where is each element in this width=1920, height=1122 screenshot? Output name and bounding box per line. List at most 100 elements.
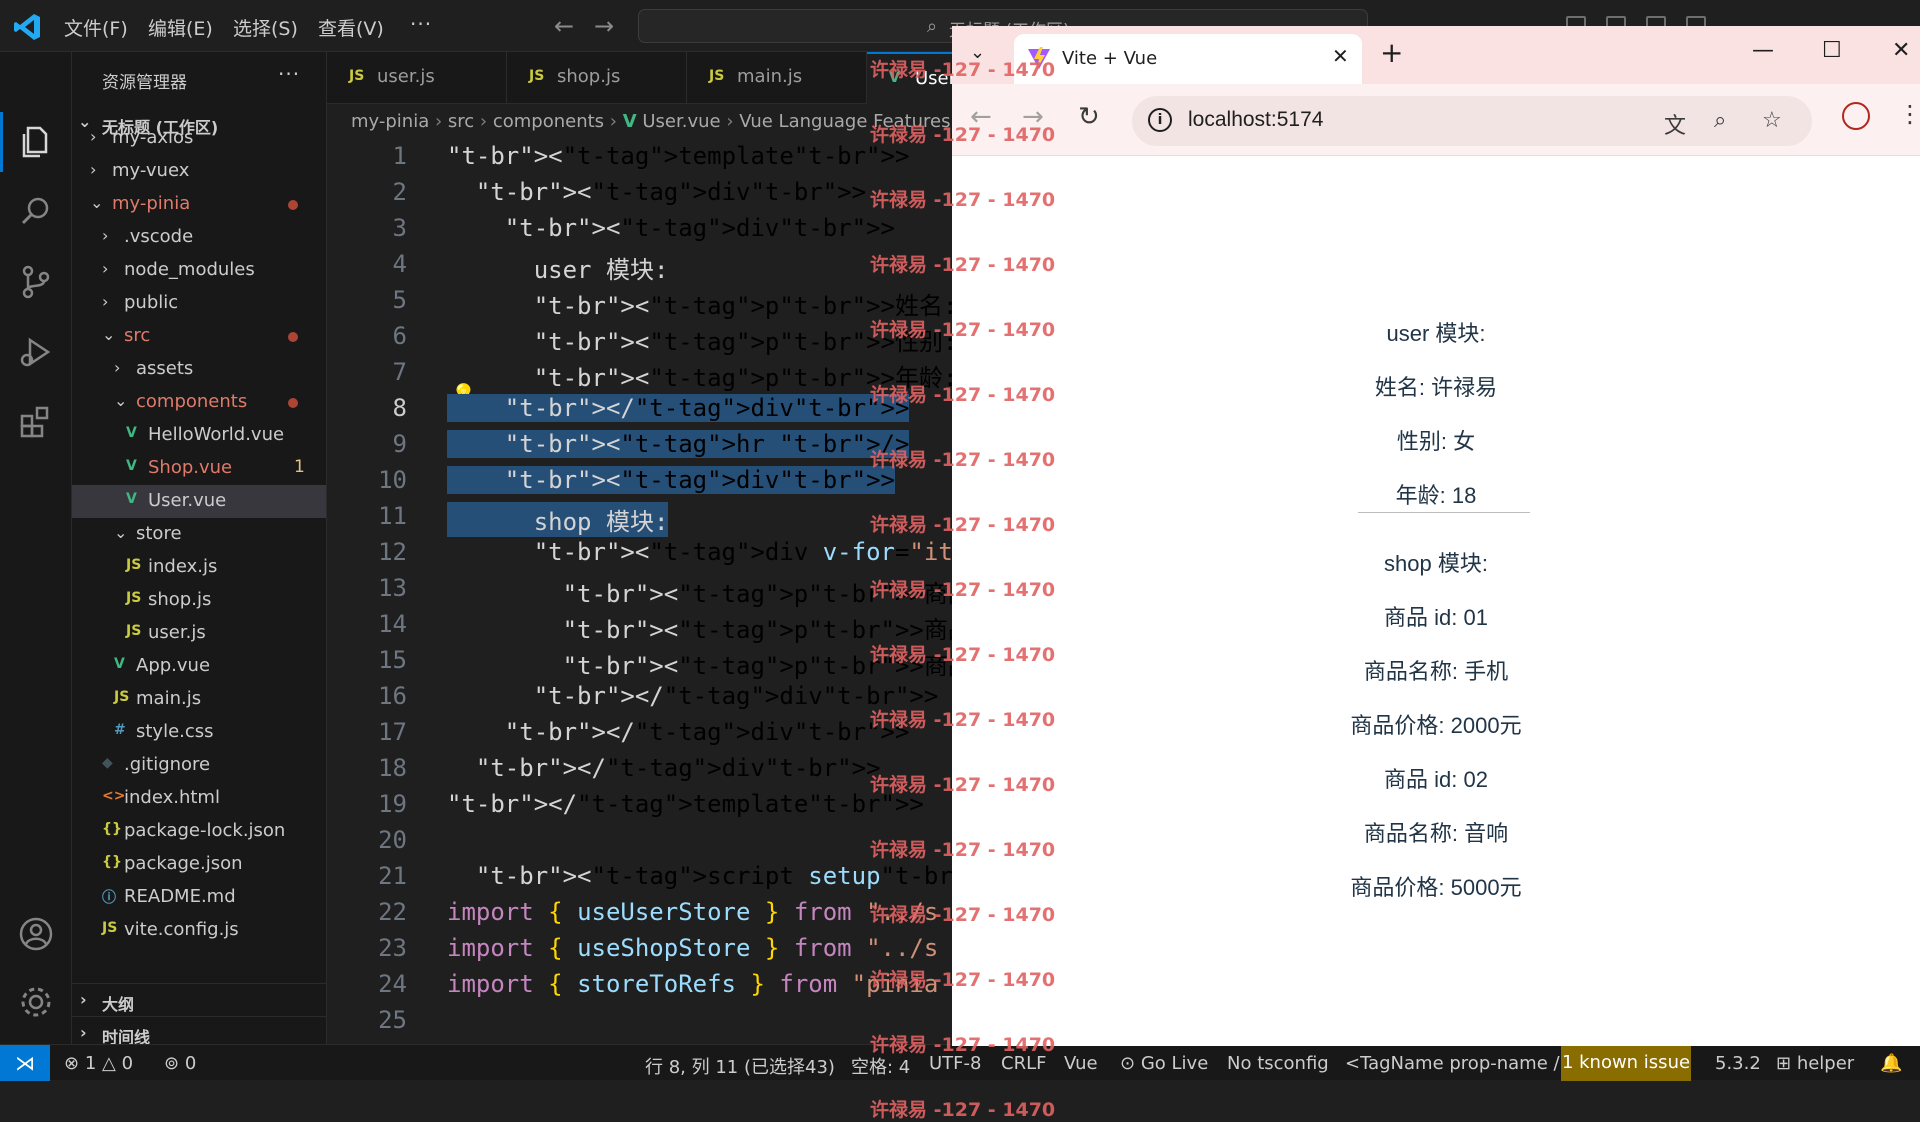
menu-view[interactable]: 查看(V): [318, 14, 384, 41]
code-line[interactable]: 3 "t-br"><"t-tag">div"t-br">>: [327, 210, 952, 246]
tsconfig-status[interactable]: No tsconfig: [1227, 1053, 1329, 1074]
go-live-button[interactable]: ⊙ Go Live: [1120, 1053, 1208, 1074]
tree-item[interactable]: {} package.json: [72, 848, 326, 881]
code-line[interactable]: 5 "t-br"><"t-tag">p"t-br">>姓名: "t-mus">{…: [327, 282, 952, 320]
sidebar-more-button[interactable]: ···: [278, 62, 300, 86]
problems-indicator[interactable]: ⊗ 1 △ 0: [64, 1053, 133, 1074]
tree-item[interactable]: {} package-lock.json: [72, 815, 326, 848]
code-line[interactable]: 23 import { useShopStore } from "../s: [327, 930, 952, 966]
breadcrumb-item[interactable]: my-pinia: [351, 111, 429, 132]
tree-item[interactable]: ⓘ README.md: [72, 881, 326, 914]
tree-item[interactable]: › public: [72, 287, 326, 320]
extensions-icon[interactable]: [16, 402, 56, 442]
profile-avatar-icon[interactable]: [1842, 102, 1870, 130]
code-line[interactable]: 14 "t-br"><"t-tag">p"t-br">>商品名称: "t-mus…: [327, 606, 952, 644]
breadcrumb-item[interactable]: User.vue: [642, 111, 720, 132]
close-icon[interactable]: ✕: [1332, 44, 1349, 68]
run-debug-icon[interactable]: [16, 332, 56, 372]
tree-item[interactable]: ⌄ src: [72, 320, 326, 353]
code-line[interactable]: 21 "t-br"><"t-tag">script setup"t-br">>: [327, 858, 952, 894]
breadcrumb-item[interactable]: src: [448, 111, 474, 132]
tree-item[interactable]: JS user.js: [72, 617, 326, 650]
tree-item[interactable]: › node_modules: [72, 254, 326, 287]
tree-item[interactable]: ⌄ store: [72, 518, 326, 551]
tab-main-js[interactable]: JS main.js: [687, 52, 867, 104]
tree-item[interactable]: › .vscode: [72, 221, 326, 254]
address-bar[interactable]: i localhost:5174 文 ⌕ ☆: [1132, 96, 1812, 146]
code-line[interactable]: 1 "t-br"><"t-tag">template"t-br">>: [327, 138, 952, 174]
new-tab-button[interactable]: +: [1380, 36, 1403, 69]
tab-user-js[interactable]: JS user.js: [327, 52, 507, 104]
code-line[interactable]: 4 user 模块:: [327, 246, 952, 284]
tree-item[interactable]: V Shop.vue 1: [72, 452, 326, 485]
browser-tab[interactable]: Vite + Vue ✕: [1014, 34, 1362, 84]
accounts-icon[interactable]: [16, 914, 56, 954]
site-info-icon[interactable]: i: [1148, 108, 1172, 132]
menu-file[interactable]: 文件(F): [64, 14, 128, 41]
tree-item[interactable]: JS main.js: [72, 683, 326, 716]
cursor-position[interactable]: 行 8, 列 11 (已选择43): [645, 1053, 835, 1079]
tree-item[interactable]: V App.vue: [72, 650, 326, 683]
code-line[interactable]: 16 "t-br"></"t-tag">div"t-br">>: [327, 678, 952, 714]
code-line[interactable]: 10 "t-br"><"t-tag">div"t-br">>: [327, 462, 952, 498]
outline-section[interactable]: › 大纲: [72, 983, 326, 1016]
code-line[interactable]: 19 "t-br"></"t-tag">template"t-br">>: [327, 786, 952, 822]
menu-selection[interactable]: 选择(S): [233, 14, 298, 41]
code-line[interactable]: 24 import { storeToRefs } from "pinia: [327, 966, 952, 1002]
code-line[interactable]: 15 "t-br"><"t-tag">p"t-br">>商品价格: "t-mus…: [327, 642, 952, 680]
helper-button[interactable]: ⊞ helper: [1776, 1053, 1854, 1074]
code-line[interactable]: 12 "t-br"><"t-tag">div v-for="item in li…: [327, 534, 952, 570]
code-line[interactable]: 8 "t-br"></"t-tag">div"t-br">>: [327, 390, 952, 426]
language-mode[interactable]: Vue: [1064, 1053, 1098, 1074]
gear-icon[interactable]: [16, 982, 56, 1022]
code-line[interactable]: 17 "t-br"></"t-tag">div"t-br">>: [327, 714, 952, 750]
tree-item[interactable]: ⌄ components: [72, 386, 326, 419]
tree-item[interactable]: # style.css: [72, 716, 326, 749]
tree-item[interactable]: JS vite.config.js: [72, 914, 326, 947]
code-line[interactable]: 18 "t-br"></"t-tag">div"t-br">>: [327, 750, 952, 786]
known-issue-badge[interactable]: 1 known issue: [1561, 1045, 1691, 1081]
menu-more-button[interactable]: ···: [410, 12, 432, 36]
code-line[interactable]: 7 "t-br"><"t-tag">p"t-br">>年龄: "t-mus">{…: [327, 354, 952, 392]
browser-menu-icon[interactable]: ⋮: [1898, 100, 1920, 128]
bell-icon[interactable]: 🔔: [1880, 1053, 1902, 1074]
tab-shop-js[interactable]: JS shop.js: [507, 52, 687, 104]
forward-arrow-icon[interactable]: →: [594, 12, 614, 40]
star-icon[interactable]: ☆: [1762, 108, 1782, 133]
tree-item[interactable]: ◆ .gitignore: [72, 749, 326, 782]
tree-item[interactable]: ⌄ my-pinia: [72, 188, 326, 221]
code-line[interactable]: 13 "t-br"><"t-tag">p"t-br">>商品 id: "t-mu…: [327, 570, 952, 608]
source-control-icon[interactable]: [16, 262, 56, 302]
timeline-section[interactable]: › 时间线: [72, 1016, 326, 1044]
breadcrumb-item[interactable]: components: [493, 111, 604, 132]
tree-item[interactable]: › my-vuex: [72, 155, 326, 188]
tree-item[interactable]: › assets: [72, 353, 326, 386]
translate-icon[interactable]: 文: [1664, 108, 1686, 140]
remote-indicator-icon[interactable]: ⋊: [0, 1045, 50, 1081]
explorer-icon[interactable]: [16, 122, 56, 162]
tree-item[interactable]: <> index.html: [72, 782, 326, 815]
tree-item[interactable]: V HelloWorld.vue: [72, 419, 326, 452]
tree-item[interactable]: V User.vue: [72, 485, 326, 518]
tree-item[interactable]: JS index.js: [72, 551, 326, 584]
tree-item[interactable]: › my-axios: [72, 122, 326, 155]
zoom-icon[interactable]: ⌕: [1714, 108, 1726, 133]
code-line[interactable]: 20: [327, 822, 952, 858]
minimize-icon[interactable]: —: [1752, 38, 1774, 63]
close-window-icon[interactable]: ✕: [1892, 38, 1910, 63]
maximize-icon[interactable]: ☐: [1822, 38, 1842, 63]
version-indicator[interactable]: 5.3.2: [1715, 1053, 1761, 1074]
tag-name-casing[interactable]: <TagName prop-name />: [1345, 1053, 1575, 1074]
tree-item[interactable]: JS shop.js: [72, 584, 326, 617]
code-line[interactable]: 25: [327, 1002, 952, 1038]
code-line[interactable]: 6 "t-br"><"t-tag">p"t-br">>性别: "t-mus">{…: [327, 318, 952, 356]
code-line[interactable]: 2 "t-br"><"t-tag">div"t-br">>: [327, 174, 952, 210]
code-line[interactable]: 9 "t-br"><"t-tag">hr "t-br">/>: [327, 426, 952, 462]
code-line[interactable]: 22 import { useUserStore } from "../s: [327, 894, 952, 930]
search-icon[interactable]: [16, 192, 56, 232]
back-arrow-icon[interactable]: ←: [554, 12, 574, 40]
reload-icon[interactable]: ↻: [1078, 102, 1100, 132]
menu-edit[interactable]: 编辑(E): [148, 14, 213, 41]
code-line[interactable]: 11 shop 模块:: [327, 498, 952, 537]
ports-indicator[interactable]: ⊚ 0: [164, 1053, 196, 1074]
